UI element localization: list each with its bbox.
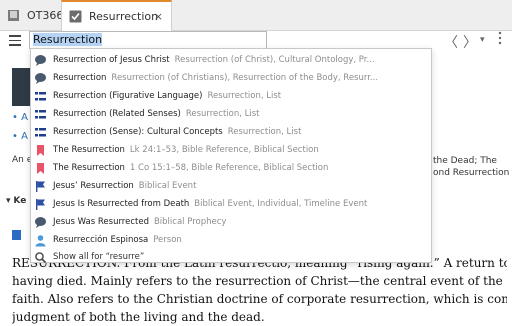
- search-input-value: Resurrection: [33, 33, 103, 46]
- list-icon: [34, 108, 47, 121]
- suggestion-item[interactable]: Resurrection (Related Senses) Resurrectio…: [31, 105, 431, 123]
- checkbox-icon: [68, 9, 83, 24]
- tab-ot366[interactable]: OT366: [0, 0, 64, 30]
- flag-icon: [34, 180, 47, 193]
- suggestion-item[interactable]: Resurrection of Jesus Christ Resurrection…: [31, 51, 431, 69]
- suggestion-item[interactable]: Resurrection (Figurative Language) Resurr…: [31, 87, 431, 105]
- forward-button[interactable]: 〉: [463, 32, 477, 52]
- show-all-item[interactable]: Show all for “resurre”: [31, 248, 431, 266]
- key-icon: [12, 230, 21, 240]
- close-icon[interactable]: ×: [154, 10, 163, 23]
- menu-icon[interactable]: [9, 35, 21, 46]
- suggestion-item[interactable]: Jesus Was Resurrected Biblical Prophecy: [31, 213, 431, 231]
- summary-text-right: the Dead; The ond Resurrection: [433, 156, 510, 178]
- speech-bubble-icon: [34, 54, 47, 67]
- suggestion-item[interactable]: Resurrección Espinosa Person: [31, 231, 431, 249]
- suggestion-item[interactable]: The Resurrection Lk 24:1–53, Bible Refere…: [31, 141, 431, 159]
- bookmark-icon: [34, 162, 47, 175]
- bullet-link[interactable]: • A: [12, 131, 28, 142]
- nav-dropdown-button[interactable]: ▾: [480, 35, 485, 45]
- suggestion-item[interactable]: Jesus’ Resurrection Biblical Event: [31, 177, 431, 195]
- flag-icon: [34, 198, 47, 211]
- search-input[interactable]: Resurrection: [29, 31, 267, 49]
- tab-resurrection[interactable]: Resurrection ×: [61, 0, 172, 31]
- speech-bubble-icon: [34, 216, 47, 229]
- list-icon: [34, 126, 47, 139]
- key-section-header[interactable]: ▾ Ke: [6, 196, 26, 206]
- suggestion-item[interactable]: The Resurrection 1 Co 15:1–58, Bible Refe…: [31, 159, 431, 177]
- person-icon: [34, 234, 47, 247]
- suggestion-item[interactable]: Resurrection (Sense): Cultural Concepts R…: [31, 123, 431, 141]
- search-icon: [34, 251, 47, 264]
- autocomplete-dropdown: Resurrection of Jesus Christ Resurrection…: [30, 48, 432, 263]
- speech-bubble-icon: [34, 72, 47, 85]
- suggestion-item[interactable]: Resurrection Resurrection (of Christians)…: [31, 69, 431, 87]
- tab-label: Resurrection: [89, 10, 159, 23]
- suggestion-item[interactable]: Jesus Is Resurrected from Death Biblical …: [31, 195, 431, 213]
- bullet-link[interactable]: • A: [12, 112, 28, 123]
- bookmark-icon: [34, 144, 47, 157]
- list-icon: [34, 90, 47, 103]
- tab-bar: OT366 Resurrection ×: [0, 0, 512, 31]
- back-button[interactable]: 〈: [444, 32, 458, 52]
- more-options-icon[interactable]: [498, 31, 502, 49]
- tab-label: OT366: [27, 8, 64, 22]
- book-icon: [6, 8, 21, 23]
